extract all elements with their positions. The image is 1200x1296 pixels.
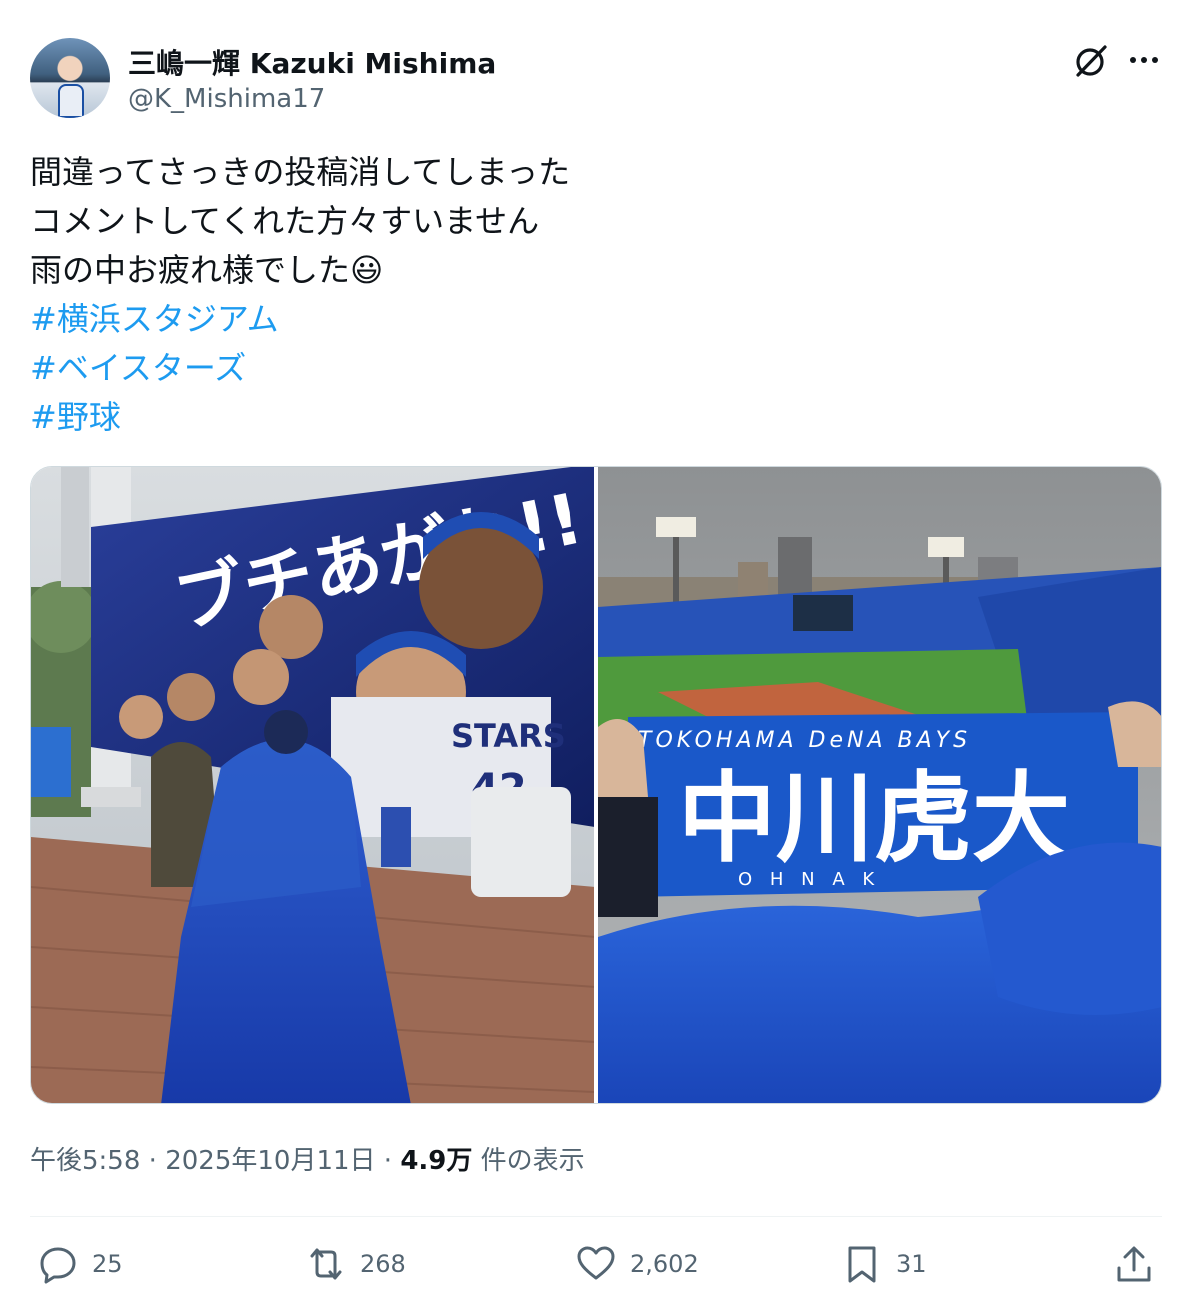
post-meta: 午後5:58 · 2025年10月11日 · 4.9万 件の表示 xyxy=(30,1140,585,1177)
photo-towel-stadium[interactable]: TOKOHAMA DeNA BAYS 中川虎大 O H N A K xyxy=(598,467,1161,1103)
meta-separator: · xyxy=(140,1146,166,1176)
post-text: 間違ってさっきの投稿消してしまった コメントしてくれた方々すいません 雨の中お疲… xyxy=(30,148,1160,442)
post-line: 間違ってさっきの投稿消してしまった xyxy=(30,153,571,191)
repost-button[interactable]: 268 xyxy=(306,1242,406,1286)
repost-icon xyxy=(310,1248,342,1280)
avatar-figure xyxy=(58,84,84,118)
like-button[interactable]: 2,602 xyxy=(576,1242,699,1286)
reply-button[interactable]: 25 xyxy=(38,1242,123,1286)
reply-icon xyxy=(40,1247,76,1284)
grok-icon[interactable] xyxy=(1072,42,1110,80)
bookmark-button[interactable]: 31 xyxy=(842,1242,927,1286)
meta-separator: · xyxy=(375,1146,401,1176)
repost-count: 268 xyxy=(360,1250,406,1278)
hashtag-link[interactable]: #ベイスターズ xyxy=(30,344,1160,393)
hashtag-link[interactable]: #野球 xyxy=(30,393,1160,442)
author-handle[interactable]: @K_Mishima17 xyxy=(128,84,325,114)
share-button[interactable] xyxy=(1114,1242,1154,1286)
bookmark-count: 31 xyxy=(896,1250,927,1278)
share-icon xyxy=(1117,1246,1151,1282)
hashtag-link[interactable]: #横浜スタジアム xyxy=(30,295,1160,344)
view-label: 件の表示 xyxy=(472,1146,585,1176)
team-text: STARS xyxy=(451,717,566,755)
photo-stadium-banner[interactable]: ブチあがれ!! 42 STARS xyxy=(31,467,594,1103)
like-count: 2,602 xyxy=(630,1250,699,1278)
towel-bottom-text: O H N A K xyxy=(738,869,880,890)
towel-name: 中川虎大 xyxy=(678,761,1070,876)
bookmark-icon xyxy=(848,1246,876,1283)
avatar[interactable] xyxy=(30,38,110,118)
post-date[interactable]: 2025年10月11日 xyxy=(165,1146,375,1176)
post-line: 雨の中お疲れ様でした😃 xyxy=(30,251,384,289)
post-line: コメントしてくれた方々すいません xyxy=(30,202,540,240)
view-count: 4.9万 xyxy=(400,1146,473,1176)
reply-count: 25 xyxy=(92,1250,123,1278)
heart-icon xyxy=(577,1246,615,1280)
author-name[interactable]: 三嶋一輝 Kazuki Mishima xyxy=(128,42,496,82)
divider xyxy=(30,1216,1162,1217)
media-grid: ブチあがれ!! 42 STARS xyxy=(30,466,1162,1104)
more-icon[interactable] xyxy=(1124,42,1164,78)
post-time[interactable]: 午後5:58 xyxy=(30,1146,140,1176)
towel-top-text: TOKOHAMA DeNA BAYS xyxy=(638,728,971,753)
